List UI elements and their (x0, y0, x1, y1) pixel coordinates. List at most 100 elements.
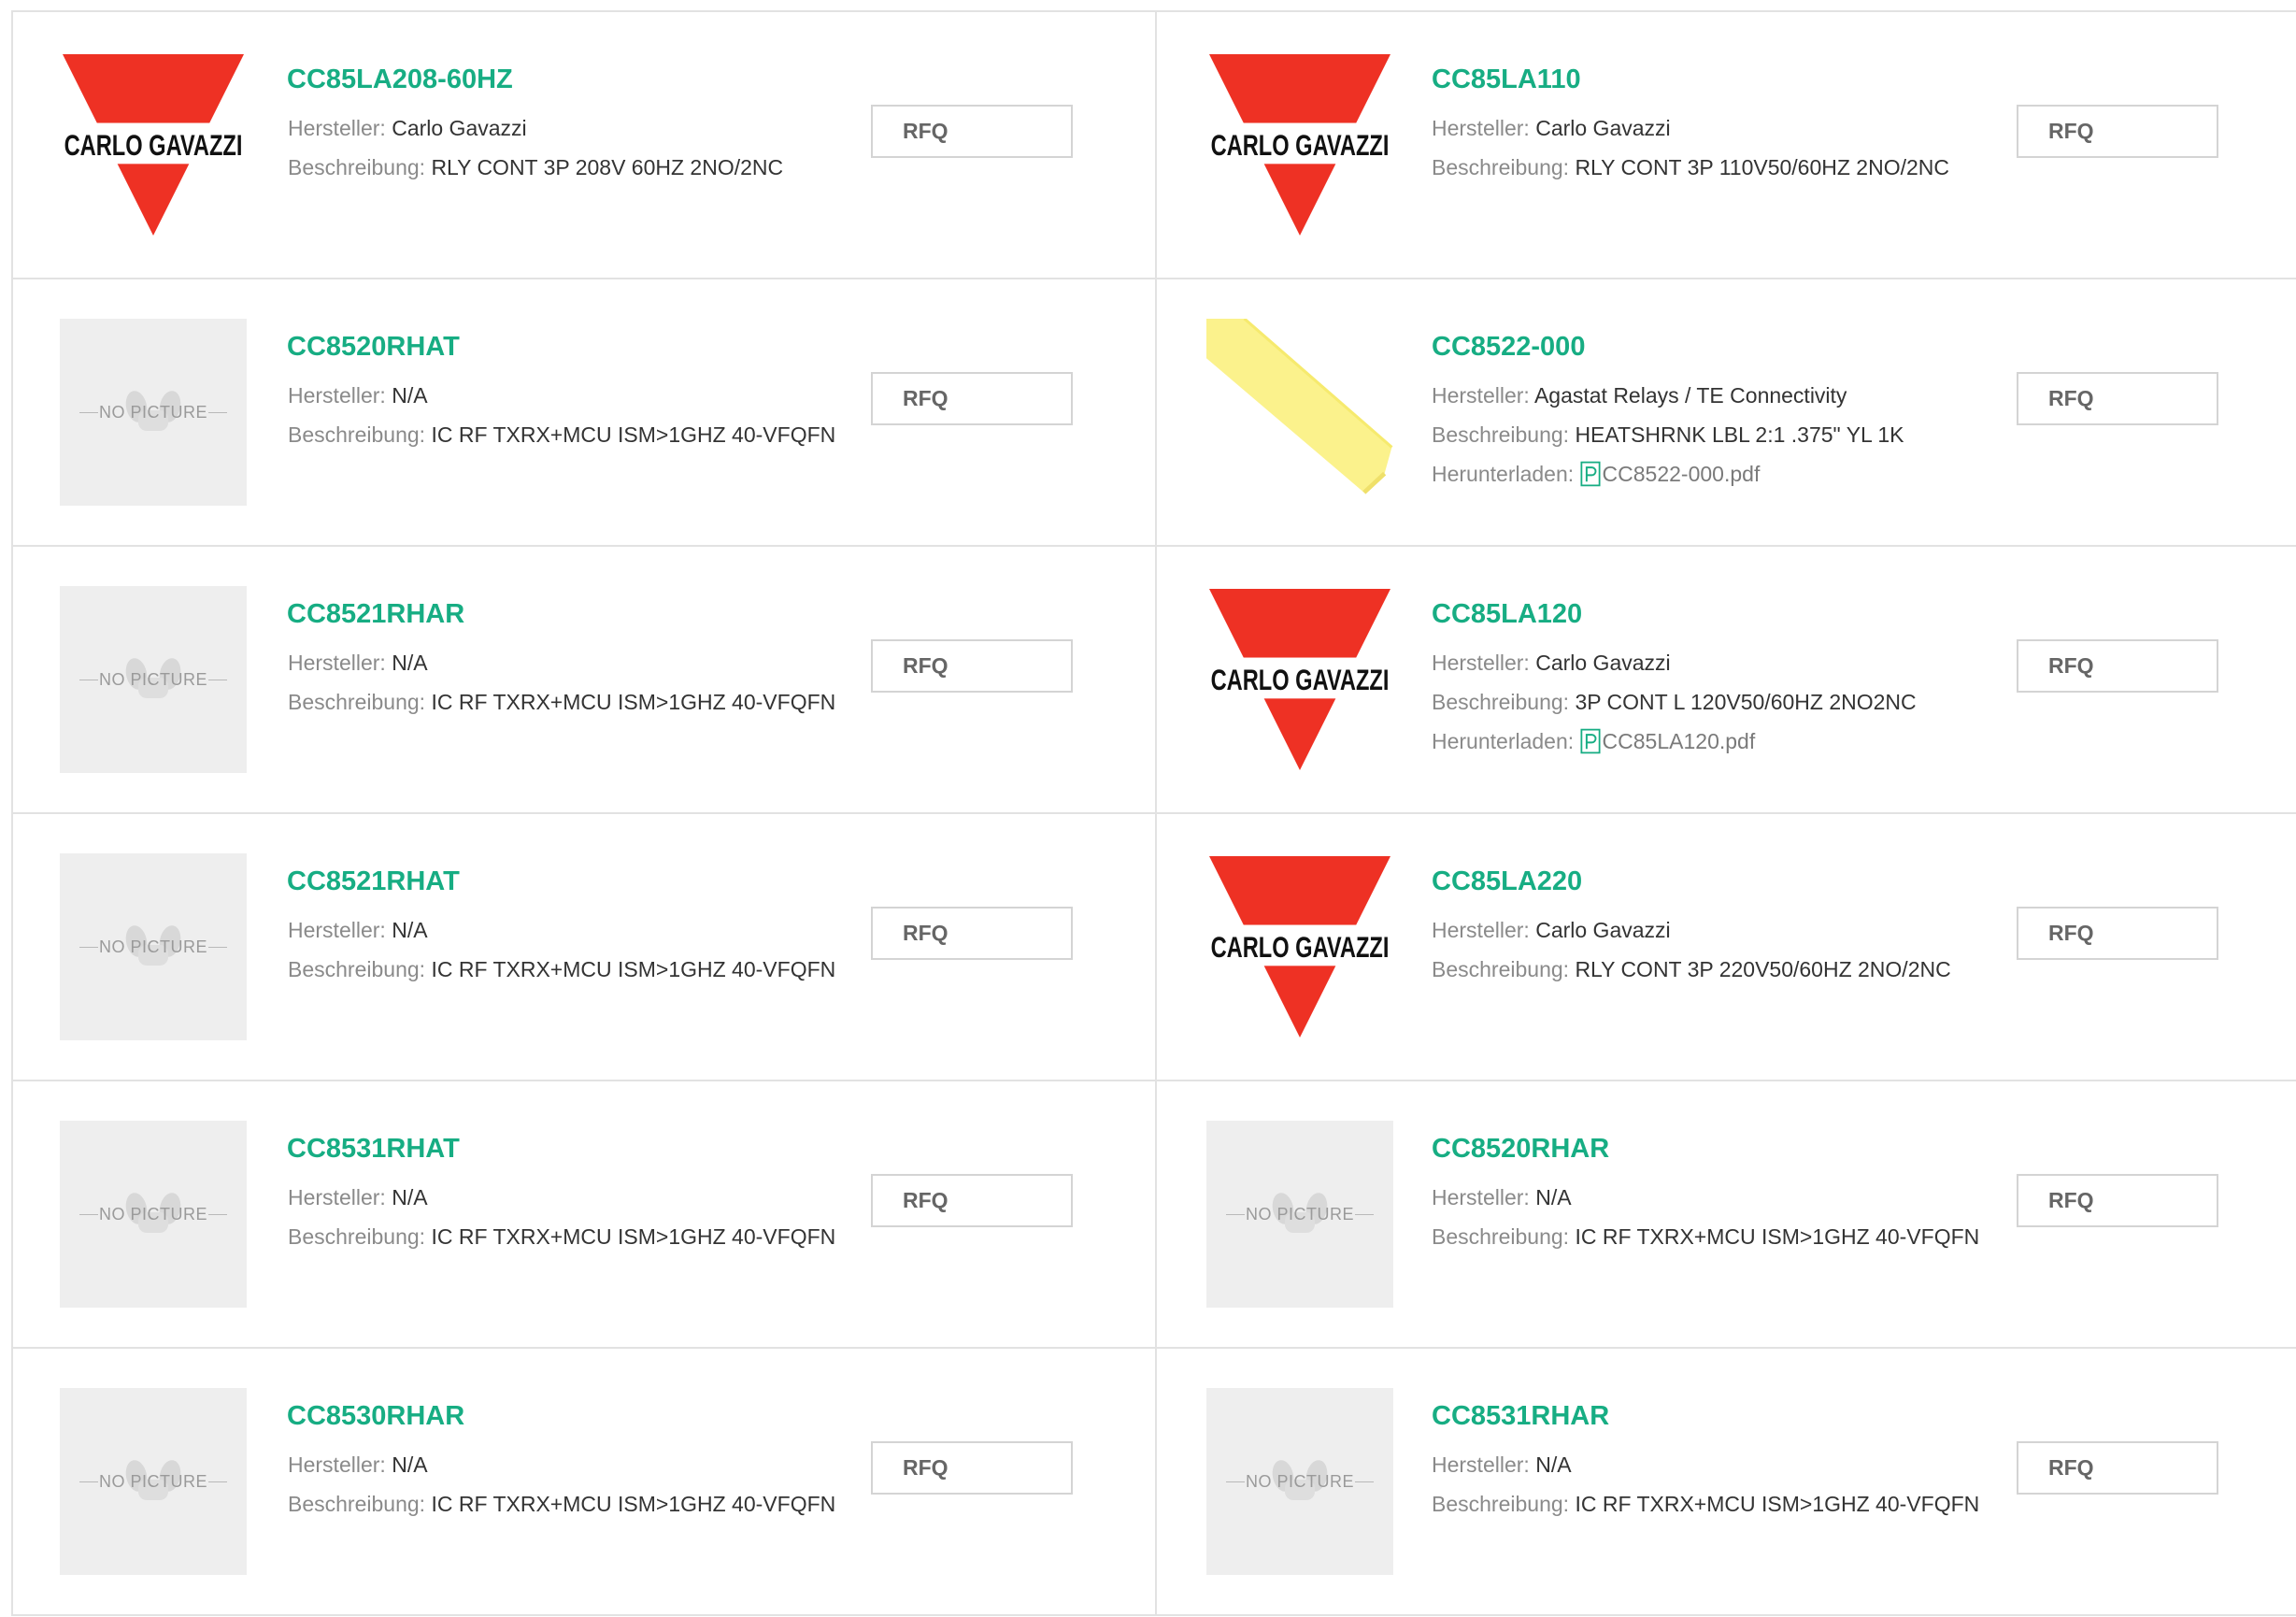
rfq-button[interactable]: RFQ (2017, 907, 2218, 960)
rfq-button[interactable]: RFQ (871, 372, 1073, 425)
datasheet-filename: CC8522-000.pdf (1602, 462, 1761, 486)
description-label: Beschreibung: (288, 690, 426, 714)
manufacturer-value: Carlo Gavazzi (392, 116, 527, 140)
part-number-link[interactable]: CC8521RHAT (287, 865, 460, 898)
manufacturer-value: N/A (392, 1185, 428, 1209)
no-picture-text: NO PICTURE (60, 1470, 247, 1493)
manufacturer-label: Hersteller: (1432, 116, 1530, 140)
rule-right (208, 1213, 227, 1215)
no-picture-label: NO PICTURE (98, 1471, 207, 1491)
description-row: Beschreibung: IC RF TXRX+MCU ISM>1GHZ 40… (1432, 1223, 1979, 1251)
part-number-link[interactable]: CC8530RHAR (287, 1399, 464, 1433)
no-picture-placeholder: NO PICTURE (60, 319, 247, 506)
part-number-link[interactable]: CC8522-000 (1432, 330, 1585, 364)
product-image-link[interactable]: NO PICTURE (1206, 1388, 1393, 1575)
product-card: NO PICTURE CC8531RHAR Hersteller: N/A Be… (1157, 1349, 2296, 1616)
rfq-button[interactable]: RFQ (2017, 372, 2218, 425)
download-label: Herunterladen: (1432, 462, 1575, 486)
rfq-button[interactable]: RFQ (2017, 639, 2218, 693)
rfq-button[interactable]: RFQ (2017, 1441, 2218, 1495)
rule-left (78, 1213, 98, 1215)
description-row: Beschreibung: RLY CONT 3P 208V 60HZ 2NO/… (288, 153, 783, 181)
rfq-button[interactable]: RFQ (871, 639, 1073, 693)
manufacturer-label: Hersteller: (288, 383, 386, 408)
rfq-button[interactable]: RFQ (871, 1174, 1073, 1227)
part-number-link[interactable]: CC85LA208-60HZ (287, 63, 513, 96)
product-image-link[interactable]: NO PICTURE (60, 1121, 247, 1308)
no-picture-text: NO PICTURE (1206, 1203, 1393, 1225)
product-image-link[interactable]: CARLO GAVAZZI (1206, 853, 1393, 1040)
part-number-link[interactable]: CC85LA110 (1432, 63, 1581, 96)
product-image-link[interactable]: NO PICTURE (60, 853, 247, 1040)
manufacturer-row: Hersteller: Carlo Gavazzi (1432, 649, 1671, 677)
no-picture-placeholder: NO PICTURE (60, 853, 247, 1040)
datasheet-link[interactable]: CC8522-000.pdf (1580, 461, 1761, 487)
product-card: NO PICTURE CC8520RHAT Hersteller: N/A Be… (13, 279, 1157, 547)
part-number-link[interactable]: CC85LA120 (1432, 597, 1582, 631)
description-label: Beschreibung: (1432, 690, 1570, 714)
description-value: IC RF TXRX+MCU ISM>1GHZ 40-VFQFN (431, 1492, 836, 1516)
part-number-link[interactable]: CC8520RHAR (1432, 1132, 1609, 1166)
manufacturer-label: Hersteller: (1432, 383, 1530, 408)
description-label: Beschreibung: (1432, 155, 1570, 179)
rfq-button[interactable]: RFQ (2017, 1174, 2218, 1227)
description-value: IC RF TXRX+MCU ISM>1GHZ 40-VFQFN (431, 690, 836, 714)
manufacturer-row: Hersteller: Agastat Relays / TE Connecti… (1432, 381, 1847, 409)
manufacturer-row: Hersteller: N/A (1432, 1451, 1572, 1479)
rule-left (78, 946, 98, 948)
rule-right (208, 1481, 227, 1482)
product-image-link[interactable] (1206, 319, 1393, 506)
no-picture-placeholder: NO PICTURE (60, 586, 247, 773)
rule-right (1355, 1481, 1374, 1482)
product-image-link[interactable]: CARLO GAVAZZI (1206, 51, 1393, 238)
datasheet-link[interactable]: CC85LA120.pdf (1580, 728, 1755, 754)
manufacturer-row: Hersteller: N/A (288, 381, 428, 409)
carlo-gavazzi-logo-icon: CARLO GAVAZZI (63, 54, 244, 236)
description-label: Beschreibung: (1432, 422, 1570, 447)
part-number-link[interactable]: CC85LA220 (1432, 865, 1582, 898)
part-number-link[interactable]: CC8521RHAR (287, 597, 464, 631)
manufacturer-row: Hersteller: Carlo Gavazzi (288, 114, 527, 142)
no-picture-placeholder: NO PICTURE (1206, 1121, 1393, 1308)
product-image-link[interactable]: CARLO GAVAZZI (1206, 586, 1393, 773)
product-card: NO PICTURE CC8521RHAT Hersteller: N/A Be… (13, 814, 1157, 1081)
no-picture-label: NO PICTURE (98, 402, 207, 422)
product-image-link[interactable]: NO PICTURE (60, 319, 247, 506)
no-picture-label: NO PICTURE (98, 937, 207, 956)
part-number-link[interactable]: CC8531RHAT (287, 1132, 460, 1166)
manufacturer-value: N/A (392, 918, 428, 942)
manufacturer-value: Agastat Relays / TE Connectivity (1533, 383, 1847, 408)
product-card: CARLO GAVAZZI CC85LA208-60HZ Hersteller:… (13, 12, 1157, 279)
manufacturer-label: Hersteller: (1432, 1185, 1530, 1209)
description-value: RLY CONT 3P 220V50/60HZ 2NO/2NC (1575, 957, 1951, 981)
product-image-link[interactable]: NO PICTURE (1206, 1121, 1393, 1308)
product-card: CARLO GAVAZZI CC85LA110 Hersteller: Carl… (1157, 12, 2296, 279)
rfq-button[interactable]: RFQ (871, 105, 1073, 158)
no-picture-placeholder: NO PICTURE (1206, 1388, 1393, 1575)
rule-right (1355, 1213, 1374, 1215)
no-picture-placeholder: NO PICTURE (60, 1388, 247, 1575)
part-number-link[interactable]: CC8520RHAT (287, 330, 460, 364)
download-row: Herunterladen: CC85LA120.pdf (1432, 727, 1755, 755)
description-value: RLY CONT 3P 110V50/60HZ 2NO/2NC (1575, 155, 1949, 179)
description-value: IC RF TXRX+MCU ISM>1GHZ 40-VFQFN (431, 422, 836, 447)
description-value: RLY CONT 3P 208V 60HZ 2NO/2NC (431, 155, 784, 179)
manufacturer-label: Hersteller: (288, 1452, 386, 1477)
product-image-link[interactable]: CARLO GAVAZZI (60, 51, 247, 238)
description-row: Beschreibung: IC RF TXRX+MCU ISM>1GHZ 40… (288, 955, 835, 983)
product-image-link[interactable]: NO PICTURE (60, 1388, 247, 1575)
manufacturer-value: N/A (392, 383, 428, 408)
rule-left (1225, 1481, 1245, 1482)
rfq-button[interactable]: RFQ (871, 1441, 1073, 1495)
rfq-button[interactable]: RFQ (2017, 105, 2218, 158)
no-picture-text: NO PICTURE (60, 936, 247, 958)
product-image-link[interactable]: NO PICTURE (60, 586, 247, 773)
description-row: Beschreibung: IC RF TXRX+MCU ISM>1GHZ 40… (1432, 1490, 1979, 1518)
description-label: Beschreibung: (288, 1492, 426, 1516)
logo-lettering: CARLO GAVAZZI (64, 129, 243, 162)
part-number-link[interactable]: CC8531RHAR (1432, 1399, 1609, 1433)
rule-right (208, 946, 227, 948)
manufacturer-label: Hersteller: (288, 918, 386, 942)
rfq-button[interactable]: RFQ (871, 907, 1073, 960)
manufacturer-row: Hersteller: Carlo Gavazzi (1432, 114, 1671, 142)
